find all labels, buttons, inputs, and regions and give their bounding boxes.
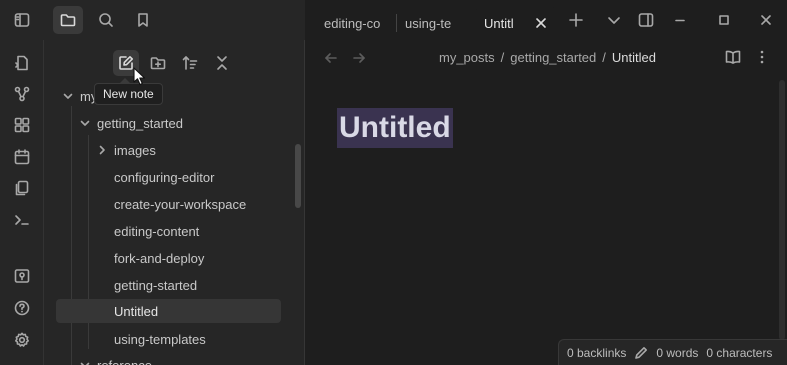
minimize-icon[interactable] [666,6,694,34]
tree-folder-reference[interactable]: reference [75,353,294,365]
tab-label: editing-co [324,15,381,31]
quick-switch-icon[interactable] [11,52,33,74]
maximize-icon[interactable] [710,6,738,34]
editor-scrollbar[interactable] [779,80,785,340]
mouse-cursor-icon [133,67,147,87]
tree-file[interactable]: create-your-workspace [106,192,282,216]
tree-file-active[interactable]: Untitled [56,299,281,323]
help-icon[interactable] [11,297,33,319]
indent-guide [71,106,72,365]
tree-item-label: configuring-editor [114,169,215,185]
canvas-icon[interactable] [11,114,33,136]
search-icon[interactable] [92,6,120,34]
chevron-down-icon [80,362,90,365]
tree-file[interactable]: fork-and-deploy [106,246,282,270]
close-tab-icon[interactable] [534,16,548,30]
new-folder-icon[interactable] [145,50,171,76]
tree-item-label: images [114,142,156,158]
breadcrumb-root[interactable]: my_posts [439,50,495,65]
graph-icon[interactable] [11,83,33,105]
tree-file[interactable]: editing-content [106,219,282,243]
tree-folder-images[interactable]: images [92,138,294,162]
breadcrumb-separator: / [500,49,505,65]
templates-icon[interactable] [11,177,33,199]
breadcrumb-current[interactable]: Untitled [612,50,656,65]
plus-icon[interactable] [562,6,590,34]
folder-icon[interactable] [53,6,83,34]
sidebar-scrollbar[interactable] [295,144,301,208]
tree-item-label: reference [97,357,152,365]
tree-file[interactable]: getting-started [106,273,282,297]
terminal-icon[interactable] [11,209,33,231]
tree-file[interactable]: configuring-editor [106,165,282,189]
title-bar: editing-co using-te Untitl [0,0,787,40]
vault-icon[interactable] [11,265,33,287]
pencil-icon[interactable] [634,346,648,360]
status-bar: 0 backlinks 0 words 0 characters [558,339,787,365]
chevron-down-icon [63,93,73,99]
tree-item-label: Untitled [114,303,159,319]
calendar-icon[interactable] [11,146,33,168]
note-title[interactable]: Untitled [337,108,453,148]
tree-item-label: getting_started [97,115,184,131]
file-explorer: my_posts getting_started images configur… [44,40,305,365]
chevron-down-icon [80,120,90,126]
tooltip-text: New note [103,87,154,101]
tab-label: Untitl [484,15,514,31]
right-sidebar-icon[interactable] [632,6,660,34]
ribbon [0,40,44,365]
close-icon[interactable] [752,6,780,34]
tooltip: New note [94,83,163,105]
tree-item-label: create-your-workspace [114,196,247,212]
tree-folder-getting-started[interactable]: getting_started [75,111,294,135]
sidebar-toggle-icon[interactable] [8,6,36,34]
word-count: 0 words [656,345,699,360]
editor-pane: my_posts / getting_started / Untitled Un… [306,40,787,365]
character-count: 0 characters [706,345,773,360]
chevron-right-icon [99,145,105,155]
tab-untitled[interactable]: Untitl [476,6,556,40]
tree-item-label: using-templates [114,331,206,347]
reading-view-icon[interactable] [724,48,742,66]
back-arrow-icon[interactable] [322,49,340,67]
backlinks-count[interactable]: 0 backlinks [567,346,626,360]
tree-item-label: getting-started [114,277,198,293]
bookmark-icon[interactable] [129,6,157,34]
collapse-all-icon[interactable] [209,50,235,76]
tree-item-label: editing-content [114,223,200,239]
tab-editing-content[interactable]: editing-co [316,6,396,40]
breadcrumb: my_posts / getting_started / Untitled [439,48,656,66]
settings-icon[interactable] [11,329,33,351]
tree-item-label: fork-and-deploy [114,250,205,266]
breadcrumb-separator: / [602,49,606,65]
more-options-icon[interactable] [753,48,771,66]
tab-using-templates[interactable]: using-te [397,6,473,40]
chevron-down-icon[interactable] [600,6,628,34]
forward-arrow-icon[interactable] [350,49,368,67]
tree-file[interactable]: using-templates [106,327,282,351]
breadcrumb-folder[interactable]: getting_started [510,50,596,65]
tab-label: using-te [405,15,452,31]
sort-icon[interactable] [177,50,203,76]
